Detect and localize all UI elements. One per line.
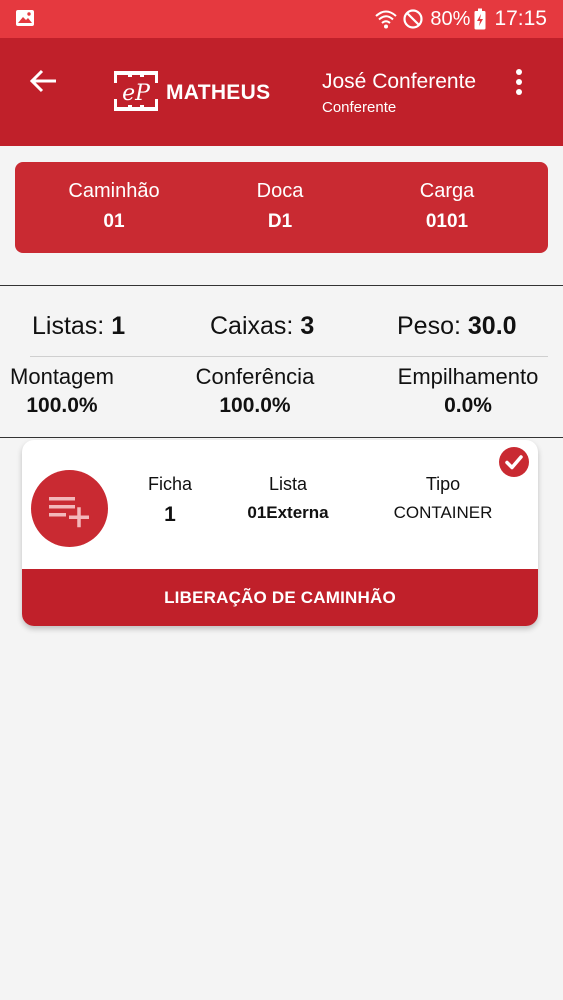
lista-label: Lista — [268, 474, 308, 494]
liberacao-caminhao-button[interactable]: LIBERAÇÃO DE CAMINHÃO — [22, 569, 538, 626]
doca-value: D1 — [267, 211, 293, 232]
caixas-value: 3 — [300, 312, 315, 340]
wifi-icon — [375, 10, 398, 29]
caminhao-label: Caminhão — [68, 180, 160, 202]
stats-divider — [30, 356, 548, 357]
caminhao-info: Caminhão 01 — [34, 180, 194, 233]
conferencia-label: Conferência — [195, 364, 315, 389]
montagem-stat: Montagem 100.0% — [2, 364, 122, 418]
user-role: Conferente — [322, 99, 397, 116]
doca-info: Doca D1 — [200, 180, 360, 233]
logo-text: eP — [122, 81, 151, 106]
listas-label: Listas: — [32, 312, 105, 340]
caminhao-value: 01 — [103, 211, 125, 232]
status-bar: 80% 17:15 — [0, 0, 563, 38]
do-not-disturb-icon — [403, 9, 424, 29]
truck-info-card: Caminhão 01 Doca D1 Carga 0101 — [15, 162, 548, 253]
listas-stat: Listas: 1 — [32, 312, 125, 341]
lista-field: Lista 01Externa — [230, 474, 346, 523]
caixas-label: Caixas: — [210, 312, 294, 340]
app-title: MATHEUS — [166, 81, 271, 104]
add-to-list-button[interactable] — [31, 470, 108, 547]
tipo-value: CONTAINER — [393, 503, 493, 522]
peso-stat: Peso: 30.0 — [397, 312, 517, 341]
battery-charging-icon — [474, 8, 486, 30]
carga-label: Carga — [419, 180, 475, 202]
caixas-stat: Caixas: 3 — [210, 312, 314, 341]
app-bar: eP MATHEUS José Conferente Conferente — [0, 38, 563, 146]
peso-value: 30.0 — [467, 312, 517, 340]
clock: 17:15 — [494, 7, 547, 30]
lista-value: 01Externa — [247, 503, 329, 522]
carga-info: Carga 0101 — [367, 180, 527, 233]
playlist-add-icon — [49, 497, 89, 528]
conferencia-stat: Conferência 100.0% — [185, 364, 325, 418]
ficha-label: Ficha — [147, 474, 192, 494]
doca-label: Doca — [256, 180, 304, 202]
user-name: José Conferente — [322, 70, 477, 93]
listas-value: 1 — [111, 312, 126, 340]
list-card[interactable]: Ficha 1 Lista 01Externa Tipo CONTAINER L… — [22, 440, 538, 626]
conferencia-value: 100.0% — [219, 394, 291, 417]
app-logo: eP — [114, 71, 158, 111]
montagem-label: Montagem — [10, 364, 114, 389]
empilhamento-stat: Empilhamento 0.0% — [385, 364, 551, 418]
back-arrow-icon[interactable] — [26, 64, 62, 100]
empilhamento-value: 0.0% — [444, 394, 492, 417]
tipo-label: Tipo — [425, 474, 461, 494]
ficha-value: 1 — [164, 503, 176, 526]
montagem-value: 100.0% — [26, 394, 98, 417]
image-notification-icon — [16, 10, 34, 26]
battery-percentage: 80% — [430, 7, 471, 30]
tipo-field: Tipo CONTAINER — [377, 474, 509, 523]
empilhamento-label: Empilhamento — [397, 364, 539, 389]
peso-label: Peso: — [397, 312, 461, 340]
stats-panel: Listas: 1 Caixas: 3 Peso: 30.0 Montagem … — [0, 285, 563, 438]
carga-value: 0101 — [425, 211, 469, 232]
ficha-field: Ficha 1 — [130, 474, 210, 527]
more-options-icon[interactable] — [508, 66, 530, 100]
status-indicators: 80% 17:15 — [374, 6, 547, 32]
